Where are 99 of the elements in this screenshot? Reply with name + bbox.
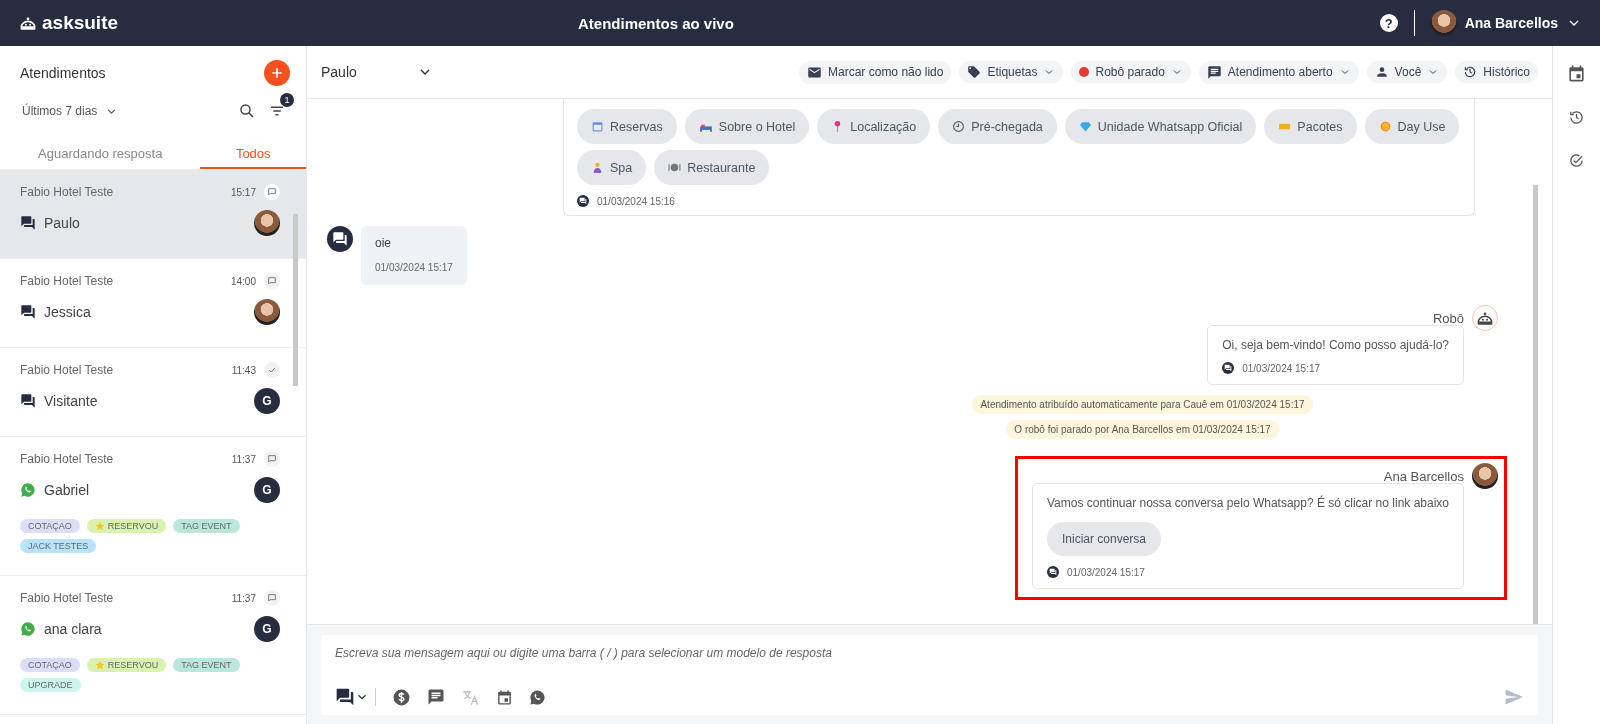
- hotel-name: Fabio Hotel Teste: [20, 452, 115, 466]
- conversation-time: 11:37: [231, 453, 256, 465]
- tag-label: COTAÇAO: [20, 519, 80, 533]
- quick-reply-button[interactable]: Spa: [577, 150, 647, 185]
- history-icon: [1463, 65, 1478, 79]
- contact-dropdown[interactable]: Paulo: [321, 64, 433, 80]
- tag-label: TAG EVENT: [173, 519, 240, 533]
- message-time: 01/03/2024 15:16: [597, 195, 675, 207]
- start-conversation-button[interactable]: Iniciar conversa: [1047, 522, 1162, 556]
- person-icon: [591, 161, 604, 174]
- chat-bubbles-icon: [1222, 362, 1235, 374]
- quick-reply-button[interactable]: Sobre o Hotel: [684, 109, 810, 144]
- avatar-initial: G: [254, 616, 280, 642]
- diamond-icon: [1078, 120, 1092, 133]
- clock-icon: [952, 120, 966, 133]
- message-bubble: Oi, seja bem-vindo! Como posso ajudá-lo? 01/03/2024 15:17: [1207, 325, 1464, 385]
- avatar-photo: [1430, 10, 1457, 36]
- help-icon[interactable]: ?: [1379, 14, 1398, 32]
- comment-icon: [267, 187, 277, 197]
- quick-reply-button[interactable]: Pacotes: [1264, 109, 1357, 144]
- contact-name: Visitante: [44, 393, 99, 409]
- tag-label: COTAÇAO: [20, 658, 80, 672]
- comment-icon: [1206, 64, 1222, 80]
- plate-icon: [668, 161, 682, 174]
- tab[interactable]: Aguardando resposta: [0, 140, 201, 169]
- avatar-photo: [1472, 463, 1498, 489]
- chat-bubbles-icon: [20, 393, 36, 409]
- tag-label: RESERVOU: [86, 519, 167, 533]
- star-icon: [94, 660, 105, 670]
- period-dropdown[interactable]: Últimos 7 dias: [22, 104, 119, 118]
- comment-icon: [267, 593, 277, 603]
- action-button[interactable]: Marcar como não lido: [799, 60, 952, 84]
- conversation-item[interactable]: Fabio Hotel Teste 15:17 Paulo: [0, 170, 306, 259]
- conversation-time: 15:17: [230, 186, 256, 198]
- person-icon: [1374, 65, 1389, 79]
- avatar-initial: G: [254, 477, 280, 503]
- chat-avatar: [327, 226, 353, 252]
- page-title: Atendimentos ao vivo: [578, 14, 735, 32]
- tag-icon: [967, 65, 982, 79]
- tag-label: UPGRADE: [20, 678, 81, 692]
- conversation-time: 14:00: [230, 275, 256, 287]
- action-button[interactable]: Atendimento aberto: [1198, 60, 1359, 84]
- hotel-name: Fabio Hotel Teste: [20, 363, 115, 377]
- chat-bubbles-icon: [335, 687, 355, 707]
- chat-bubbles-icon: [1047, 566, 1059, 578]
- quick-reply-button[interactable]: Unidade Whatsapp Oficial: [1064, 109, 1257, 144]
- hotel-name: Fabio Hotel Teste: [20, 274, 115, 288]
- contact-name: Gabriel: [44, 482, 91, 498]
- contact-name: Paulo: [44, 215, 81, 231]
- conversation-item[interactable]: Fabio Hotel Teste 11:37 ana clara G COTAÇAO RESERVOU TAG EVENT UPGRADE: [0, 576, 306, 715]
- filter-count-badge: 1: [280, 93, 294, 107]
- tag-label: TAG EVENT: [173, 658, 240, 672]
- whatsapp-icon: [20, 482, 36, 498]
- quick-reply-button[interactable]: Restaurante: [654, 150, 770, 185]
- chat-bubbles-icon: [20, 215, 36, 231]
- action-button[interactable]: Histórico: [1455, 61, 1538, 83]
- action-button[interactable]: Etiquetas: [959, 61, 1064, 83]
- quick-reply-button[interactable]: Day Use: [1364, 109, 1460, 144]
- user-menu[interactable]: Ana Barcellos: [1430, 10, 1582, 36]
- whatsapp-icon: [20, 621, 36, 637]
- asksuite-logo: asksuite: [18, 12, 578, 34]
- quick-reply-button[interactable]: Pré-chegada: [938, 109, 1057, 144]
- contact-name: ana clara: [44, 621, 103, 637]
- channel-dropdown[interactable]: [335, 687, 369, 707]
- message-time: 01/03/2024 15:17: [1242, 362, 1321, 374]
- star-icon: [94, 521, 105, 531]
- hotel-name: Fabio Hotel Teste: [20, 185, 115, 199]
- panel-title: Atendimentos: [20, 65, 106, 81]
- conversation-time: 11:37: [231, 592, 256, 604]
- conversation-time: 11:43: [231, 364, 256, 376]
- check-icon: [267, 365, 277, 375]
- chat-bubbles-icon: [20, 304, 36, 320]
- avatar-photo: [254, 299, 280, 325]
- avatar-initial: G: [254, 388, 280, 414]
- message-time: 01/03/2024 15:17: [1067, 566, 1145, 578]
- tag-label: RESERVOU: [86, 658, 167, 672]
- message-bubble: Vamos continuar nossa conversa pelo Whatsapp? É só clicar no link abaixo Iniciar conversa 01/03/2024 15:17: [1032, 483, 1464, 589]
- avatar-photo: [254, 210, 280, 236]
- action-button[interactable]: Você: [1366, 61, 1448, 83]
- conversation-item[interactable]: Fabio Hotel Teste 11:37 Gabriel G COTAÇAO RESERVOU TAG EVENT JACK TESTES: [0, 437, 306, 576]
- hotel-name: Fabio Hotel Teste: [20, 591, 115, 605]
- quick-reply-button[interactable]: Reservas: [577, 109, 677, 144]
- calendar-icon: [591, 120, 604, 133]
- sender-name: Ana Barcellos: [1383, 468, 1464, 484]
- sender-name: Robô: [1432, 310, 1464, 326]
- system-note: Atendimento atribuído automaticamente para Cauê em 01/03/2024 15:17: [972, 395, 1313, 414]
- status-dot-icon: [1079, 67, 1090, 77]
- action-button[interactable]: Robô parado: [1071, 61, 1191, 83]
- comment-icon: [267, 276, 277, 286]
- plus-icon: [269, 65, 285, 81]
- tag-label: JACK TESTES: [20, 539, 97, 553]
- quick-reply-button[interactable]: Localização: [817, 109, 931, 144]
- contact-name: Jessica: [44, 304, 92, 320]
- comment-icon: [267, 454, 277, 464]
- system-note: O robô foi parado por Ana Barcellos em 01/03/2024 15:17: [1006, 420, 1279, 439]
- add-button[interactable]: [264, 60, 290, 86]
- message-bubble: oie 01/03/2024 15:17: [361, 226, 467, 285]
- chat-bubbles-icon: [577, 195, 589, 207]
- sun-icon: [1378, 120, 1392, 133]
